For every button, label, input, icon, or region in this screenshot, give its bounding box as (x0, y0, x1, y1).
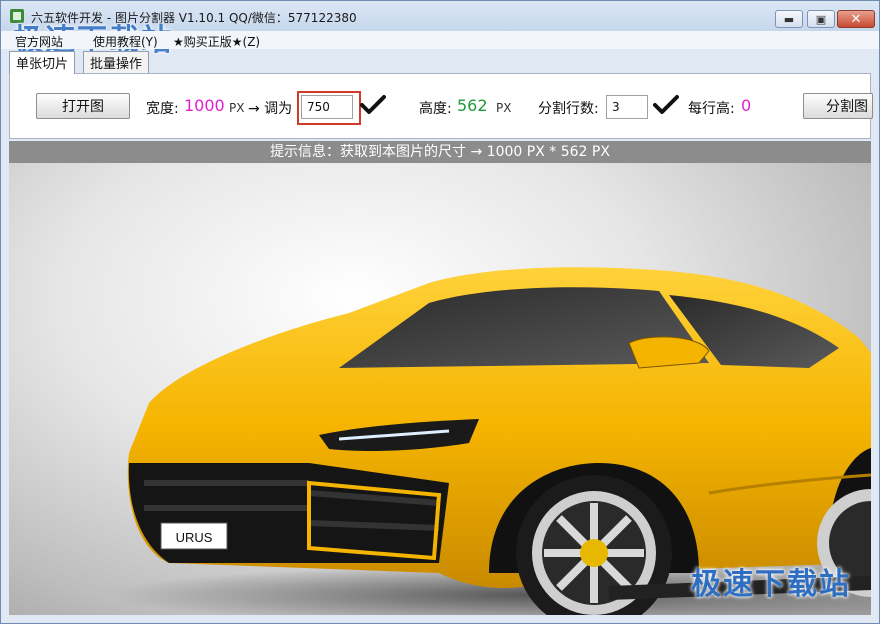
confirm-resize-check-icon[interactable] (360, 94, 386, 116)
height-value: 562 (457, 96, 488, 115)
open-image-label: 打开图 (62, 99, 104, 115)
confirm-rows-check-icon[interactable] (653, 94, 679, 116)
tab-single-slice[interactable]: 单张切片 (9, 51, 76, 74)
maximize-button[interactable]: ▣ (807, 10, 835, 28)
license-plate: URUS (176, 530, 213, 545)
app-window: 六五软件开发 - 图片分割器 V1.10.1 QQ/微信：577122380 极… (0, 0, 880, 624)
image-preview: URUS 极速下载站 (9, 163, 871, 615)
menu-official-site[interactable]: 官方网站 (15, 33, 63, 50)
info-message: 提示信息：获取到本图片的尺寸 → 1000 PX * 562 PX (270, 144, 610, 160)
width-value: 1000 (184, 96, 225, 115)
height-label: 高度: (419, 101, 452, 117)
menu-buy[interactable]: ★购买正版★(Z) (173, 33, 260, 50)
split-rows-value: 3 (612, 100, 620, 114)
split-rows-label: 分割行数: (538, 101, 599, 117)
slice-toolbar: 打开图 宽度: 1000 PX → 调为 750 高度: 562 PX 分割行数… (9, 73, 873, 139)
tab-label: 批量操作 (90, 57, 143, 72)
height-unit: PX (496, 101, 512, 115)
watermark-bottom: 极速下载站 (691, 567, 851, 602)
menu-tutorial[interactable]: 使用教程(Y) (93, 33, 158, 50)
width-unit: PX (229, 101, 245, 115)
width-label: 宽度: (146, 101, 179, 117)
title-bar[interactable]: 六五软件开发 - 图片分割器 V1.10.1 QQ/微信：577122380 极… (1, 1, 879, 58)
maximize-icon: ▣ (815, 12, 827, 26)
car-image: URUS (109, 267, 871, 615)
close-icon: ✕ (850, 11, 862, 27)
open-image-button[interactable]: 打开图 (36, 93, 130, 119)
row-height-label: 每行高: (688, 101, 735, 117)
info-message-bar: 提示信息：获取到本图片的尺寸 → 1000 PX * 562 PX (9, 141, 871, 163)
resize-width-input[interactable]: 750 (301, 95, 353, 119)
resize-arrow-label: → 调为 (248, 101, 293, 117)
split-image-button[interactable]: 分割图 (803, 93, 873, 119)
minimize-button[interactable]: ▬ (775, 10, 803, 28)
minimize-icon: ▬ (783, 12, 795, 26)
menu-bar: 官方网站 使用教程(Y) ★购买正版★(Z) (1, 31, 879, 49)
close-button[interactable]: ✕ (837, 10, 875, 28)
resize-width-value: 750 (307, 100, 330, 114)
split-image-label: 分割图 (826, 99, 868, 115)
split-rows-input[interactable]: 3 (606, 95, 648, 119)
tab-label: 单张切片 (16, 57, 69, 72)
row-height-value: 0 (741, 96, 752, 115)
tab-batch[interactable]: 批量操作 (83, 51, 150, 73)
